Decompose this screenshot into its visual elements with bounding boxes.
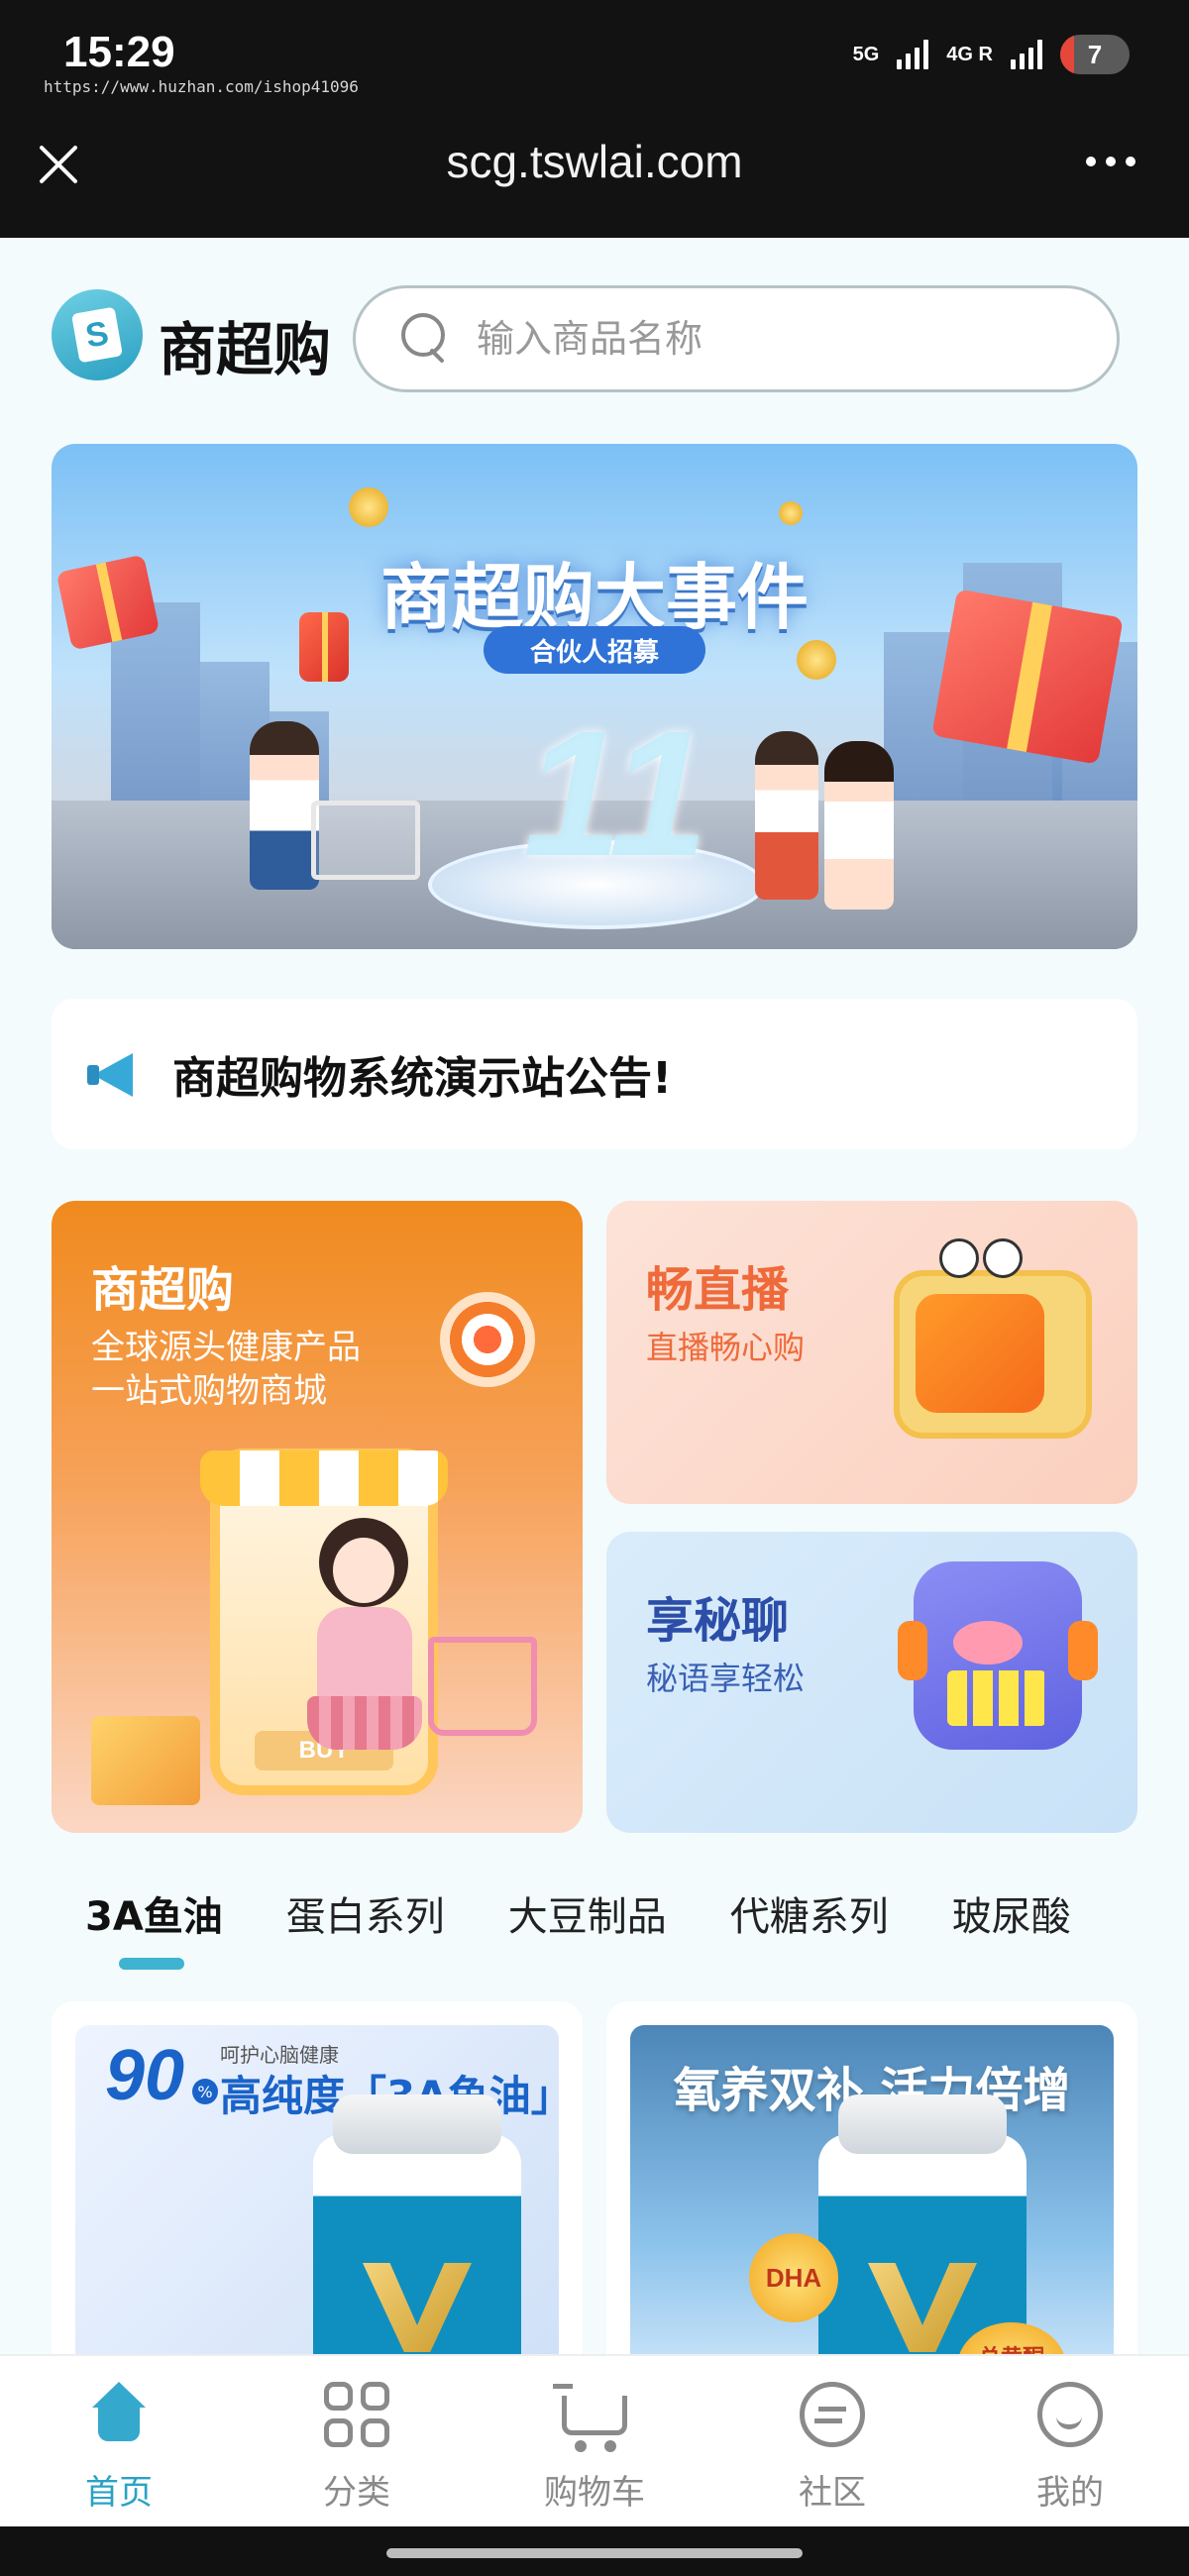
nav-profile-label: 我的 — [1036, 2473, 1104, 2513]
shopping-cart-figure — [311, 801, 420, 880]
cart-icon — [553, 2384, 627, 2452]
product-percent: 90 — [105, 2036, 185, 2115]
nav-category[interactable]: 分类 — [238, 2356, 476, 2526]
feature-live-subtitle: 直播畅心购 — [646, 1329, 806, 1366]
gift-box-icon — [299, 612, 349, 682]
tab-soy-products[interactable]: 大豆制品 — [477, 1863, 699, 1972]
search-input[interactable] — [477, 317, 1071, 361]
smile-icon — [1037, 2382, 1103, 2447]
product-card[interactable]: 氧养双补 活力倍增 DHA 总黄酮 — [606, 2001, 1137, 2378]
promo-banner[interactable]: 11 商超购大事件 合伙人招募 — [52, 444, 1137, 949]
tab-sugar-substitute-series[interactable]: 代糖系列 — [699, 1863, 920, 1972]
search-bar[interactable] — [353, 285, 1120, 392]
supplement-bottle-illustration — [313, 2094, 521, 2378]
coin-icon — [779, 501, 803, 525]
tab-3a-fish-oil[interactable]: 3A鱼油 — [52, 1863, 255, 1972]
gift-box-icon — [91, 1716, 200, 1805]
gift-box-icon — [931, 589, 1124, 765]
banner-number: 11 — [523, 695, 708, 894]
signal-icon — [897, 40, 929, 69]
child-with-cart-figure — [250, 721, 319, 890]
more-icon[interactable] — [1086, 157, 1135, 166]
home-icon — [86, 2382, 152, 2447]
tab-protein-series[interactable]: 蛋白系列 — [255, 1863, 477, 1972]
network-5g-label: 5G — [852, 43, 880, 65]
brand-logo: S — [52, 289, 143, 380]
feature-card-mall[interactable]: 商超购 全球源头健康产品 一站式购物商城 BUY — [52, 1201, 583, 1833]
network-4g-label: 4G R — [946, 43, 993, 65]
watermark-url: https://www.huzhan.com/ishop41096 — [44, 77, 359, 96]
nav-cart-label: 购物车 — [544, 2473, 645, 2513]
running-boy-figure — [755, 731, 818, 900]
shopping-bag-icon: S — [70, 306, 124, 364]
nav-profile[interactable]: 我的 — [951, 2356, 1189, 2526]
dha-badge: DHA — [749, 2233, 838, 2322]
product-card[interactable]: 90 % 呵护心脑健康 高纯度「3A鱼油」 — [52, 2001, 583, 2378]
brand-name: 商超购 — [159, 316, 332, 383]
megaphone-icon — [87, 1049, 143, 1099]
product-image: 90 % 呵护心脑健康 高纯度「3A鱼油」 — [75, 2025, 559, 2378]
tab-hyaluronic-acid[interactable]: 玻尿酸 — [920, 1863, 1103, 1972]
feature-card-chat[interactable]: 享秘聊 秘语享轻松 — [606, 1532, 1137, 1833]
nav-home-label: 首页 — [85, 2473, 153, 2513]
feature-mall-title: 商超购 — [91, 1262, 235, 1318]
feature-live-title: 畅直播 — [646, 1262, 790, 1318]
grid-icon — [324, 2382, 389, 2447]
announcement-bar[interactable]: 商超购物系统演示站公告! — [52, 999, 1137, 1149]
chat-bubble-icon — [800, 2382, 865, 2447]
coin-icon — [797, 640, 836, 680]
shop-awning-illustration — [200, 1450, 448, 1506]
feature-card-live[interactable]: 畅直播 直播畅心购 — [606, 1201, 1137, 1504]
system-icons: 5G 4G R 7 — [853, 30, 1130, 79]
tv-mascot-icon — [894, 1238, 1092, 1439]
nav-home[interactable]: 首页 — [0, 2356, 238, 2526]
nav-category-label: 分类 — [323, 2473, 390, 2513]
nav-cart[interactable]: 购物车 — [476, 2356, 713, 2526]
feature-chat-subtitle: 秘语享轻松 — [646, 1660, 806, 1697]
nav-community[interactable]: 社区 — [713, 2356, 951, 2526]
shopping-cart-illustration — [428, 1637, 537, 1736]
battery-icon: 7 — [1060, 35, 1130, 74]
page-url: scg.tswlai.com — [446, 136, 743, 187]
active-tab-indicator — [119, 1958, 184, 1970]
phone-robot-mascot-icon — [898, 1561, 1098, 1750]
category-tabs: 3A鱼油 蛋白系列 大豆制品 代糖系列 玻尿酸 — [52, 1863, 1137, 1972]
girl-shopper-illustration — [299, 1518, 428, 1795]
announcement-text: 商超购物系统演示站公告! — [172, 1053, 673, 1104]
feature-chat-title: 享秘聊 — [646, 1593, 790, 1649]
target-icon — [440, 1292, 535, 1387]
percent-sign: % — [192, 2079, 218, 2104]
status-and-browser-bar: 15:29 https://www.huzhan.com/ishop41096 … — [0, 0, 1189, 238]
search-icon — [399, 311, 455, 367]
home-indicator[interactable] — [386, 2548, 803, 2558]
gesture-bar — [0, 2526, 1189, 2576]
feature-mall-subtitle: 全球源头健康产品 一站式购物商城 — [91, 1328, 361, 1411]
product-image: 氧养双补 活力倍增 DHA 总黄酮 — [630, 2025, 1114, 2378]
bottom-navigation: 首页 分类 购物车 社区 我的 — [0, 2354, 1189, 2526]
banner-recruit-pill: 合伙人招募 — [484, 626, 705, 674]
nav-community-label: 社区 — [799, 2473, 866, 2513]
status-time: 15:29 — [63, 28, 175, 76]
app-screen: 15:29 https://www.huzhan.com/ishop41096 … — [0, 0, 1189, 2576]
running-girl-figure — [824, 741, 894, 910]
coin-icon — [349, 487, 388, 527]
signal-icon — [1011, 40, 1042, 69]
